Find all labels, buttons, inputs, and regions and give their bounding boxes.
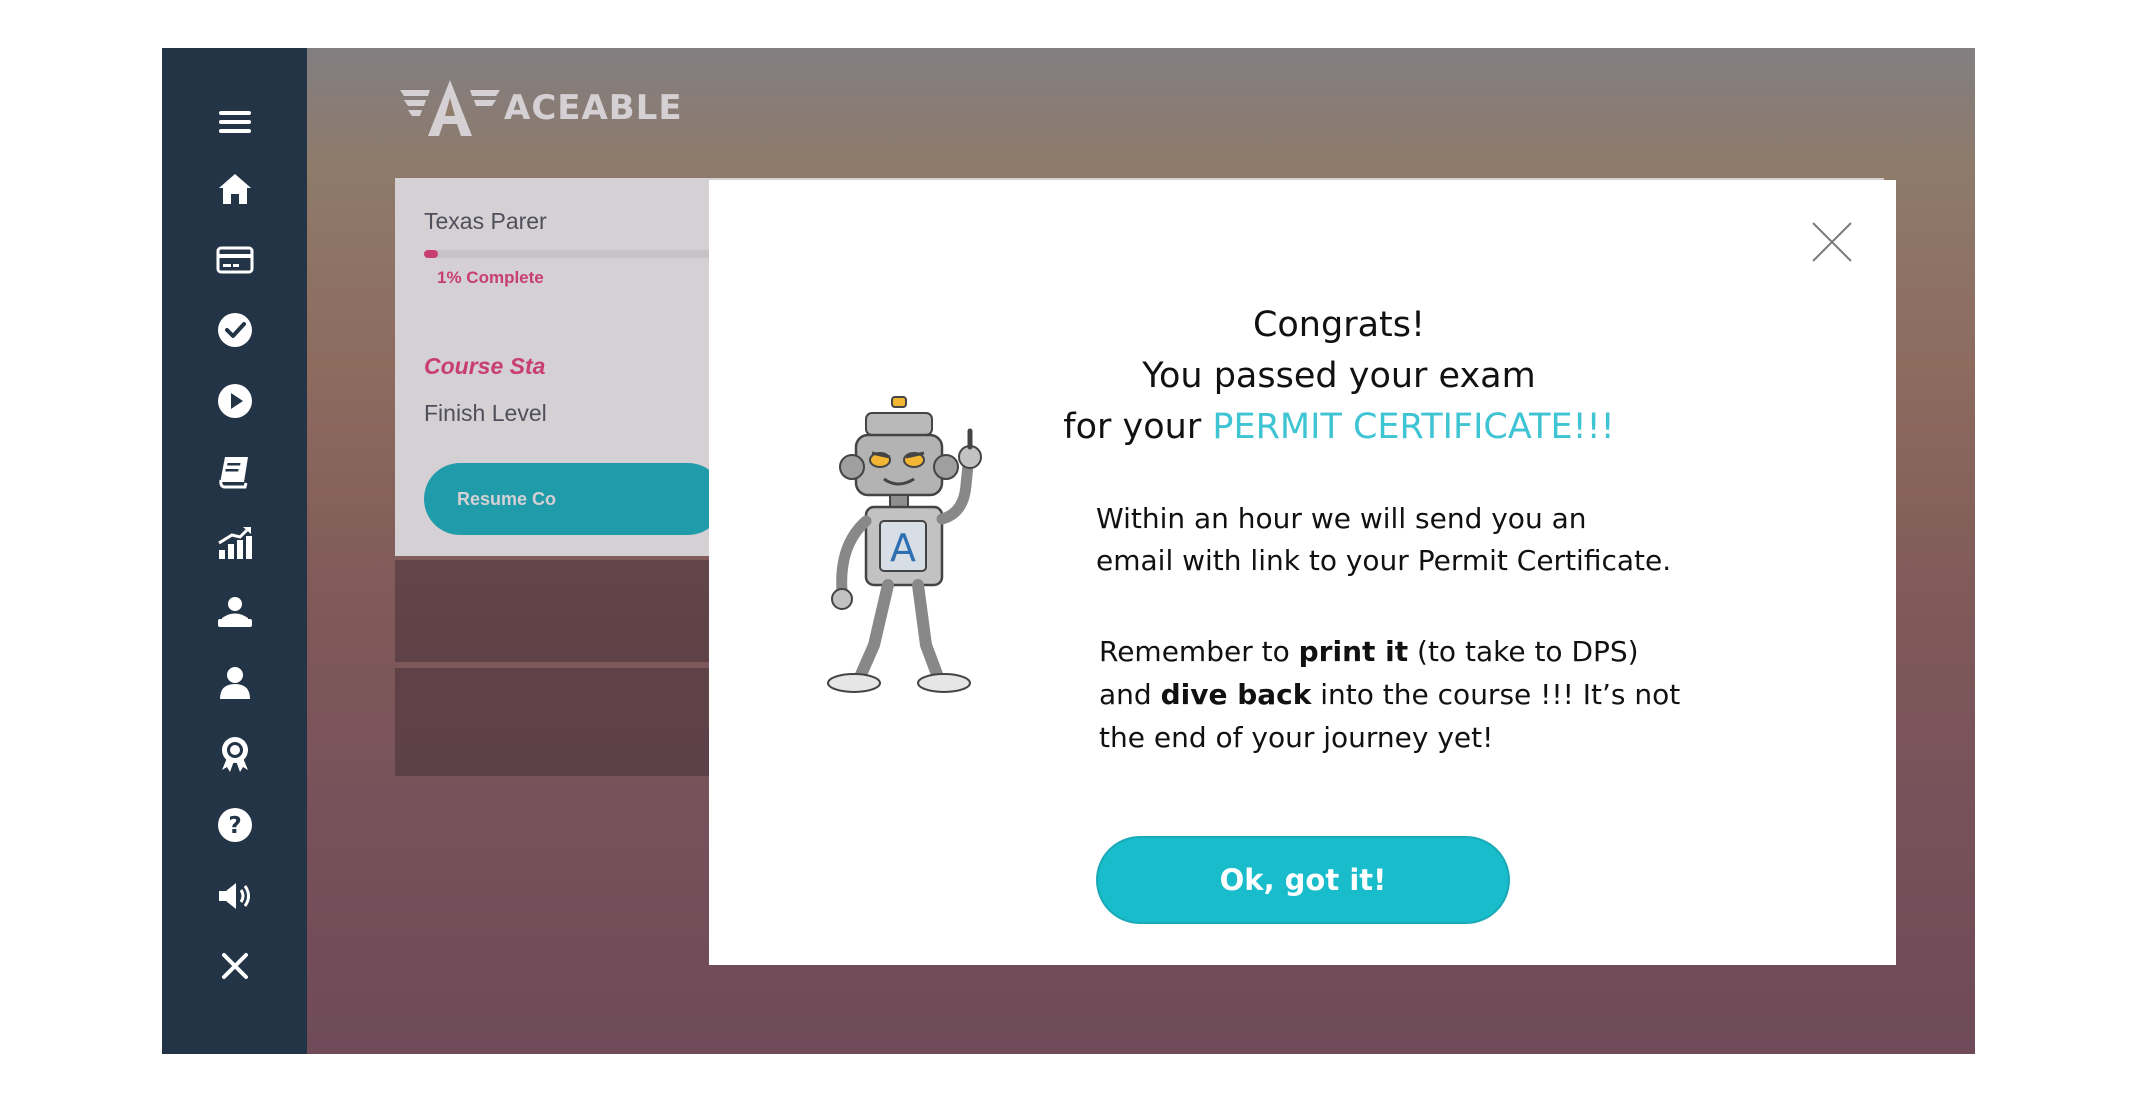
headline-certificate: for your PERMIT CERTIFICATE!!!	[1049, 402, 1629, 453]
reminder-fragment: Remember to	[1099, 635, 1299, 668]
app-window: ? ACEABLE Texas Parer 1% Complete Course…	[162, 48, 1975, 1054]
headline-congrats: Congrats!	[1252, 305, 1426, 345]
robot-mascot-image: A	[827, 396, 982, 693]
award-icon[interactable]	[203, 726, 267, 782]
email-info-line: Within an hour we will send you an	[1096, 502, 1587, 535]
close-icon[interactable]	[203, 938, 267, 994]
user-icon[interactable]	[203, 655, 267, 711]
email-info-line: email with link to your Permit Certifica…	[1096, 544, 1672, 577]
email-info-text: Within an hour we will send you an email…	[1096, 498, 1716, 582]
check-circle-icon[interactable]	[203, 302, 267, 358]
reminder-line: and dive back into the course !!! It’s n…	[1099, 673, 1719, 716]
reminder-text: Remember to print it (to take to DPS) an…	[1099, 630, 1719, 759]
congrats-modal: A Congrats! You passed your exam for you…	[709, 180, 1896, 965]
reminder-fragment: (to take to DPS)	[1408, 635, 1639, 668]
modal-close-icon[interactable]	[1810, 220, 1854, 264]
reminder-line: Remember to print it (to take to DPS)	[1099, 630, 1719, 673]
headline-prefix: for your	[1063, 407, 1202, 447]
home-icon[interactable]	[203, 161, 267, 217]
volume-icon[interactable]	[203, 868, 267, 924]
modal-headline: Congrats! You passed your exam for your …	[1049, 300, 1629, 453]
menu-icon[interactable]	[203, 94, 267, 150]
svg-text:?: ?	[228, 813, 241, 839]
reminder-fragment: and	[1099, 678, 1161, 711]
sidebar: ?	[162, 48, 307, 1054]
chart-icon[interactable]	[203, 515, 267, 571]
certificate-highlight: PERMIT CERTIFICATE!!!	[1212, 407, 1615, 447]
reminder-bold: print it	[1298, 635, 1409, 668]
reminder-bold: dive back	[1160, 678, 1312, 711]
ok-got-it-button[interactable]: Ok, got it!	[1096, 836, 1510, 924]
credit-card-icon[interactable]	[203, 232, 267, 288]
play-circle-icon[interactable]	[203, 373, 267, 429]
book-icon[interactable]	[203, 444, 267, 500]
help-icon[interactable]: ?	[203, 797, 267, 853]
student-icon[interactable]	[203, 585, 267, 641]
reminder-fragment: into the course !!! It’s not	[1311, 678, 1681, 711]
headline-passed: You passed your exam	[1142, 356, 1536, 396]
reminder-line: the end of your journey yet!	[1099, 721, 1494, 754]
mascot-letter: A	[890, 526, 916, 570]
